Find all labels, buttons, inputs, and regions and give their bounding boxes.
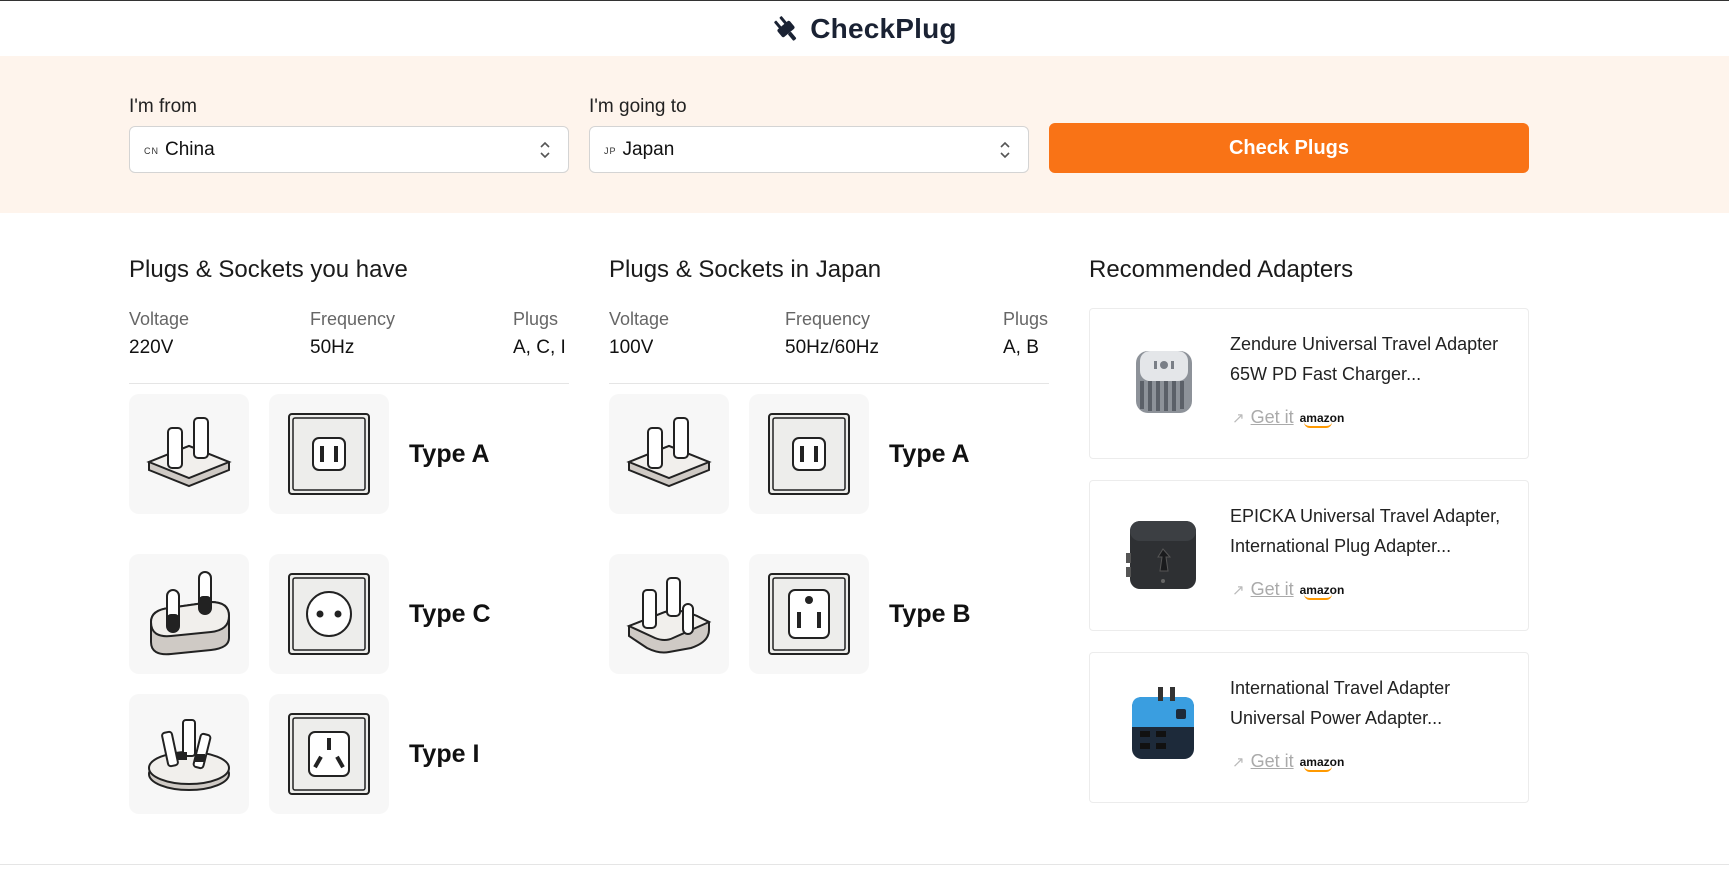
type-i-socket-image (269, 694, 389, 814)
get-it-link[interactable]: ↗ Get it amazon (1232, 579, 1344, 600)
type-a-plug-image (129, 394, 249, 514)
type-b-plug-image (609, 554, 729, 674)
type-c-plug-image (129, 554, 249, 674)
dest-frequency-label: Frequency (785, 309, 871, 329)
type-a-plug-icon (619, 404, 719, 504)
external-link-icon: ↗ (1232, 409, 1245, 427)
type-a-plug-image (609, 394, 729, 514)
brand-name: CheckPlug (810, 12, 957, 44)
to-country-code: JP (604, 142, 617, 157)
site-header: CheckPlug (0, 1, 1729, 56)
dest-voltage-value: 100V (609, 337, 654, 358)
adapter-title-line-2: International Plug Adapter... (1230, 536, 1452, 556)
have-divider (129, 383, 569, 384)
have-plugs-label: Plugs (513, 309, 559, 329)
type-a-socket-image (749, 394, 869, 514)
get-it-link[interactable]: ↗ Get it amazon (1232, 407, 1344, 428)
have-title: Plugs & Sockets you have (129, 256, 408, 283)
have-plugs-value: A, C, I (513, 337, 566, 358)
adapter-card[interactable]: Zendure Universal Travel Adapter 65W PD … (1089, 308, 1529, 459)
adapter-image (1126, 521, 1196, 589)
type-a-socket-image (269, 394, 389, 514)
type-i-socket-icon (279, 704, 379, 804)
adapter-title-line-1: Zendure Universal Travel Adapter (1230, 334, 1499, 354)
adapter-card[interactable]: International Travel Adapter Universal P… (1089, 652, 1529, 803)
plug-icon (774, 15, 797, 41)
footer-divider (0, 864, 1729, 865)
have-type-label[interactable]: Type I (409, 740, 479, 769)
have-voltage-value: 220V (129, 337, 174, 358)
adapter-card[interactable]: EPICKA Universal Travel Adapter, Interna… (1089, 480, 1529, 631)
amazon-logo: amazon (1299, 410, 1345, 428)
type-a-socket-icon (759, 404, 859, 504)
type-b-socket-icon (759, 564, 859, 664)
amazon-logo: amazon (1299, 754, 1345, 772)
dest-type-label[interactable]: Type A (889, 440, 970, 469)
from-country-select[interactable]: CN China (129, 126, 569, 173)
select-arrows-icon (1000, 141, 1010, 159)
to-country-select[interactable]: JP Japan (589, 126, 1029, 173)
adapter-title-line-1: International Travel Adapter (1230, 678, 1451, 698)
brand-logo[interactable]: CheckPlug (772, 13, 957, 45)
from-label: I'm from (129, 96, 198, 117)
adapter-title-line-1: EPICKA Universal Travel Adapter, (1230, 506, 1501, 526)
adapter-title-line-2: Universal Power Adapter... (1230, 708, 1443, 728)
have-type-label[interactable]: Type A (409, 440, 490, 469)
get-it-label: Get it (1250, 579, 1294, 599)
from-country-value: China (165, 138, 215, 160)
type-i-plug-icon (139, 704, 239, 804)
type-a-socket-icon (279, 404, 379, 504)
have-type-label[interactable]: Type C (409, 600, 491, 629)
type-a-plug-icon (139, 404, 239, 504)
type-c-socket-icon (279, 564, 379, 664)
type-b-socket-image (749, 554, 869, 674)
dest-divider (609, 383, 1049, 384)
to-country-value: Japan (622, 138, 675, 160)
to-label: I'm going to (589, 96, 687, 117)
get-it-label: Get it (1250, 407, 1294, 427)
from-country-code: CN (144, 142, 159, 157)
dest-frequency-value: 50Hz/60Hz (785, 337, 879, 358)
adapter-title[interactable]: International Travel Adapter Universal P… (1230, 673, 1520, 733)
have-frequency-label: Frequency (310, 309, 396, 329)
adapter-image (1136, 351, 1192, 413)
external-link-icon: ↗ (1232, 581, 1245, 599)
dest-voltage-label: Voltage (609, 309, 670, 329)
amazon-logo: amazon (1299, 582, 1345, 600)
type-c-socket-image (269, 554, 389, 674)
adapters-title: Recommended Adapters (1089, 256, 1354, 283)
external-link-icon: ↗ (1232, 753, 1245, 771)
dest-type-label[interactable]: Type B (889, 600, 971, 629)
have-voltage-label: Voltage (129, 309, 190, 329)
type-b-plug-icon (619, 564, 719, 664)
dest-title: Plugs & Sockets in Japan (609, 256, 882, 283)
get-it-link[interactable]: ↗ Get it amazon (1232, 751, 1344, 772)
have-frequency-value: 50Hz (310, 337, 355, 358)
select-arrows-icon (540, 141, 550, 159)
dest-plugs-label: Plugs (1003, 309, 1049, 329)
adapter-image (1132, 687, 1194, 759)
adapter-title[interactable]: EPICKA Universal Travel Adapter, Interna… (1230, 501, 1520, 561)
dest-plugs-value: A, B (1003, 337, 1039, 358)
adapter-title[interactable]: Zendure Universal Travel Adapter 65W PD … (1230, 329, 1520, 389)
get-it-label: Get it (1250, 751, 1294, 771)
check-plugs-button[interactable]: Check Plugs (1049, 123, 1529, 173)
type-i-plug-image (129, 694, 249, 814)
type-c-plug-icon (139, 564, 239, 664)
adapter-title-line-2: 65W PD Fast Charger... (1230, 364, 1422, 384)
